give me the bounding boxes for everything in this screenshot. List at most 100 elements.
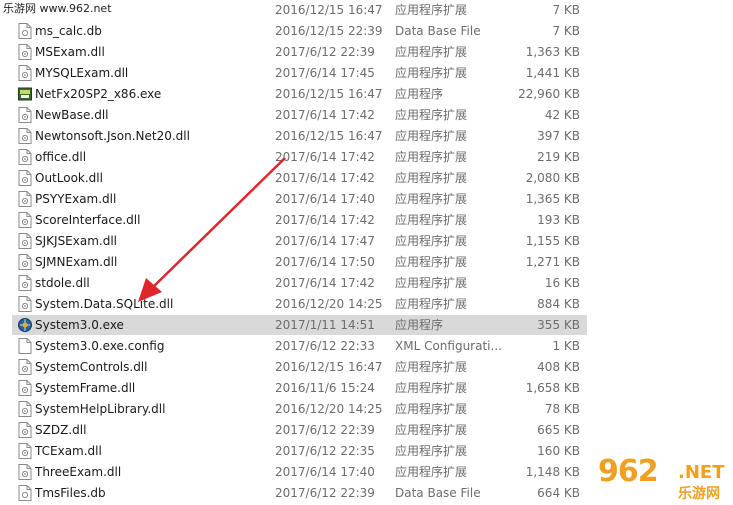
dll-icon [18,422,32,438]
watermark-logo: 962 .NET 乐游网 [598,452,733,505]
file-size: 1,155 KB [525,234,580,248]
file-date: 2017/6/14 17:42 [275,213,375,227]
file-row[interactable]: SJMNExam.dll 2017/6/14 17:50 应用程序扩展 1,271 K… [12,252,587,272]
file-row[interactable]: MSExam.dll 2017/6/12 22:39 应用程序扩展 1,363 KB [12,42,587,62]
file-size: 2,080 KB [525,171,580,185]
dll-icon [18,65,32,81]
file-type: 应用程序扩展 [395,66,468,80]
file-type: 应用程序扩展 [395,402,468,416]
file-type: 应用程序扩展 [395,276,468,290]
file-row[interactable]: ms_calc.db 2016/12/15 22:39 Data Base File… [12,21,587,41]
file-row[interactable]: SJKJSExam.dll 2017/6/14 17:47 应用程序扩展 1,155 … [12,231,587,251]
file-type: 应用程序扩展 [395,465,468,479]
file-size: 1,658 KB [525,381,580,395]
file-type: 应用程序扩展 [395,423,468,437]
file-date: 2017/6/12 22:39 [275,423,375,437]
file-name: OutLook.dll [35,171,103,185]
file-row[interactable]: stdole.dll 2017/6/14 17:42 应用程序扩展 16 KB [12,273,587,293]
file-date: 2017/6/14 17:40 [275,192,375,206]
file-row[interactable]: SystemHelpLibrary.dll 2016/12/20 14:25 应用程… [12,399,587,419]
file-size: 664 KB [537,486,580,500]
app-exe-icon [18,317,32,333]
file-size: 160 KB [537,444,580,458]
file-type: 应用程序扩展 [395,129,468,143]
dll-icon [18,170,32,186]
dll-icon [18,359,32,375]
file-date: 2016/12/20 14:25 [275,402,383,416]
dll-icon [18,464,32,480]
file-type: 应用程序扩展 [395,45,468,59]
file-size: 1,271 KB [525,255,580,269]
file-row[interactable]: SystemFrame.dll 2016/11/6 15:24 应用程序扩展 1,65… [12,378,587,398]
file-name: TCExam.dll [35,444,102,458]
dll-icon [18,443,32,459]
file-type: 应用程序 [395,87,444,101]
file-date: 2017/6/12 22:39 [275,45,375,59]
file-name: stdole.dll [35,276,90,290]
file-type: XML Configurati... [395,339,502,353]
file-name: System3.0.exe [35,318,124,332]
file-row[interactable]: SZDZ.dll 2017/6/12 22:39 应用程序扩展 665 KB [12,420,587,440]
file-row[interactable]: office.dll 2017/6/14 17:42 应用程序扩展 219 KB [12,147,587,167]
dll-icon [18,233,32,249]
db-file-icon [18,23,32,39]
file-row[interactable]: TmsFiles.db 2017/6/12 22:39 Data Base File… [12,483,587,503]
file-size: 1,148 KB [525,465,580,479]
file-date: 2017/6/14 17:42 [275,150,375,164]
file-name: SystemHelpLibrary.dll [35,402,166,416]
file-date: 2016/12/15 16:47 [275,129,383,143]
file-row[interactable]: NewBase.dll 2017/6/14 17:42 应用程序扩展 42 KB [12,105,587,125]
file-size: 7 KB [552,3,580,17]
file-date: 2017/6/14 17:42 [275,171,375,185]
file-row[interactable]: Newtonsoft.Json.Net20.dll 2016/12/15 16:4… [12,126,587,146]
file-name: SJKJSExam.dll [35,234,118,248]
file-date: 2017/6/14 17:42 [275,108,375,122]
file-type: 应用程序扩展 [395,3,468,17]
dll-icon [18,191,32,207]
file-name: PSYYExam.dll [35,192,117,206]
file-row[interactable]: SystemControls.dll 2016/12/15 16:47 应用程序扩展… [12,357,587,377]
watermark-logo-number: 962 [598,454,659,489]
dll-icon [18,401,32,417]
file-name: MYSQLExam.dll [35,66,129,80]
file-row[interactable]: MYSQLExam.dll 2017/6/14 17:45 应用程序扩展 1,441 … [12,63,587,83]
file-date: 2016/12/15 16:47 [275,87,383,101]
file-type: 应用程序扩展 [395,234,468,248]
file-size: 1,441 KB [525,66,580,80]
file-date: 2017/6/14 17:40 [275,465,375,479]
file-type: 应用程序扩展 [395,150,468,164]
file-row[interactable]: System.Data.SQLite.dll 2016/12/20 14:25 应用… [12,294,587,314]
file-date: 2017/6/14 17:42 [275,276,375,290]
file-type: 应用程序扩展 [395,213,468,227]
file-row[interactable]: System3.0.exe 2017/1/11 14:51 应用程序 355 KB [12,315,587,335]
file-type: 应用程序扩展 [395,255,468,269]
file-row[interactable]: ScoreInterface.dll 2017/6/14 17:42 应用程序扩展 1… [12,210,587,230]
file-row[interactable]: TCExam.dll 2017/6/12 22:35 应用程序扩展 160 KB [12,441,587,461]
file-row[interactable]: PSYYExam.dll 2017/6/14 17:40 应用程序扩展 1,365 K… [12,189,587,209]
file-date: 2017/6/12 22:35 [275,444,375,458]
file-row[interactable]: System3.0.exe.config 2017/6/12 22:33 XML C… [12,336,587,356]
file-type: 应用程序扩展 [395,381,468,395]
dll-icon [18,275,32,291]
file-name: Newtonsoft.Json.Net20.dll [35,129,190,143]
file-name: ScoreInterface.dll [35,213,141,227]
file-size: 1,365 KB [525,192,580,206]
file-size: 78 KB [544,402,580,416]
file-row[interactable]: NetFx20SP2_x86.exe 2016/12/15 16:47 应用程序 22… [12,84,587,104]
dll-icon [18,254,32,270]
file-size: 1,363 KB [525,45,580,59]
file-size: 42 KB [544,108,580,122]
file-date: 2017/1/11 14:51 [275,318,375,332]
file-name: NetFx20SP2_x86.exe [35,87,162,101]
file-row[interactable]: ThreeExam.dll 2017/6/14 17:40 应用程序扩展 1,148 … [12,462,587,482]
file-type: Data Base File [395,486,481,500]
dll-icon [18,380,32,396]
file-name: SJMNExam.dll [35,255,118,269]
dll-icon [18,296,32,312]
file-row[interactable]: OutLook.dll 2017/6/14 17:42 应用程序扩展 2,080 KB [12,168,587,188]
file-size: 7 KB [552,24,580,38]
file-name: System3.0.exe.config [35,339,165,353]
file-date: 2016/12/15 16:47 [275,3,383,17]
file-size: 355 KB [537,318,580,332]
file-size: 665 KB [537,423,580,437]
